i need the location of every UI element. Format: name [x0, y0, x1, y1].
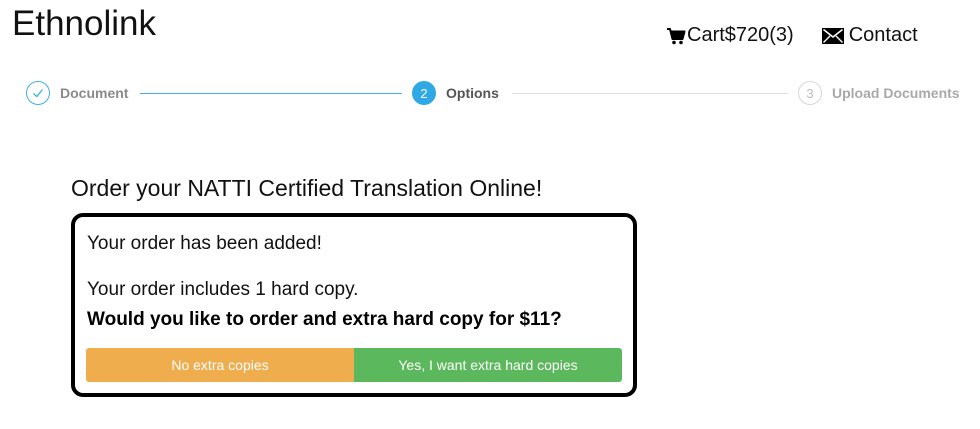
step-upload-documents[interactable]: 3 Upload Documents: [798, 81, 960, 105]
progress-stepper: Document 2 Options 3 Upload Documents: [26, 81, 966, 107]
extra-copy-question: Would you like to order and extra hard c…: [87, 309, 562, 330]
step-number: 2: [412, 81, 436, 105]
header-nav: Cart$720(3) Contact: [666, 24, 918, 47]
brand-logo[interactable]: Ethnolink: [12, 4, 156, 44]
check-icon: [26, 81, 50, 105]
yes-extra-copies-button[interactable]: Yes, I want extra hard copies: [354, 348, 622, 382]
step-number: 3: [798, 81, 822, 105]
page: Ethnolink Cart$720(3) Contact Document 2…: [0, 0, 980, 429]
step-document[interactable]: Document: [26, 81, 128, 105]
step-options[interactable]: 2 Options: [412, 81, 499, 105]
step-connector: [140, 93, 402, 94]
cart-label: Cart$720(3): [687, 24, 794, 46]
step-label: Options: [446, 85, 499, 101]
step-label: Upload Documents: [832, 85, 960, 101]
order-added-dialog: Your order has been added! Your order in…: [71, 213, 637, 397]
contact-link[interactable]: Contact: [821, 24, 918, 47]
hard-copy-info: Your order includes 1 hard copy.: [87, 279, 359, 300]
page-title: Order your NATTI Certified Translation O…: [71, 175, 543, 201]
order-added-message: Your order has been added!: [87, 233, 322, 254]
no-extra-copies-button[interactable]: No extra copies: [86, 348, 354, 382]
cart-link[interactable]: Cart$720(3): [666, 24, 794, 47]
step-connector: [512, 93, 788, 94]
step-label: Document: [60, 85, 129, 101]
shopping-cart-icon: [666, 27, 687, 45]
contact-label: Contact: [848, 24, 918, 46]
envelope-icon: [821, 27, 849, 44]
